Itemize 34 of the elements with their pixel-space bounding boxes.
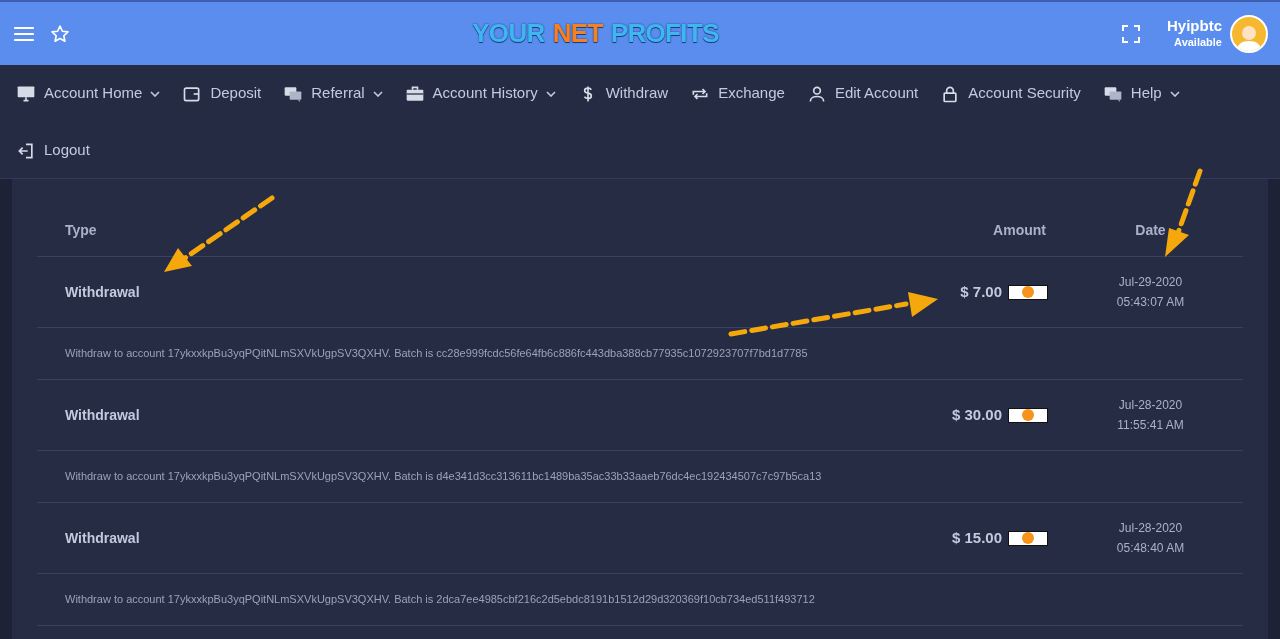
avatar[interactable] xyxy=(1230,14,1268,53)
date-cell-text: Jul-28-2020 xyxy=(1118,397,1183,414)
column-header: Type xyxy=(64,221,98,240)
nav-link[interactable]: Deposit xyxy=(182,65,262,122)
nav-link[interactable]: Account Security xyxy=(940,65,1081,122)
nav-link[interactable]: Withdraw xyxy=(577,65,669,122)
nav-link[interactable]: Help xyxy=(1102,65,1180,122)
type-cell-text: Withdrawal xyxy=(64,528,141,548)
column-header: Date xyxy=(1134,221,1167,240)
bitcoin-icon xyxy=(1008,530,1048,546)
user-status: Available xyxy=(1174,36,1222,50)
nav-link[interactable]: Account Home xyxy=(16,65,161,122)
column-header: Amount xyxy=(992,221,1047,240)
date-cell-text: Jul-29-2020 xyxy=(1118,274,1183,291)
time-cell-text: 05:43:07 AM xyxy=(1116,294,1185,311)
nav-link[interactable]: Logout xyxy=(16,122,90,179)
nav-link[interactable]: Exchange xyxy=(690,65,785,122)
type-cell-text: Withdrawal xyxy=(64,405,141,425)
user-name: Hyipbtc xyxy=(1167,17,1222,36)
transaction-details: Withdraw to account 17ykxxkpBu3yqPQitNLmSXVkUgpSV3QXHV. Batch is 2dca7ee4985cbf216c2d5ebdc8191b1512d29d320369f10cb734ed511f493712 xyxy=(64,592,815,608)
amount-cell-text: $ 30.00 xyxy=(951,404,1002,425)
bitcoin-icon xyxy=(1008,284,1048,300)
nav-link[interactable]: Edit Account xyxy=(806,65,919,122)
transaction-details: Withdraw to account 17ykxxkpBu3yqPQitNLmSXVkUgpSV3QXHV. Batch is d4e341d3cc313611bc1489ba35ac33b33aaeb76dc4ec192434507c7c97b5ca13 xyxy=(64,469,822,485)
time-cell-text: 05:48:40 AM xyxy=(1116,540,1185,557)
time-cell-text: 11:55:41 AM xyxy=(1117,417,1184,434)
bitcoin-icon xyxy=(1008,407,1048,423)
amount-cell-text: $ 7.00 xyxy=(960,281,1002,302)
date-cell-text: Jul-28-2020 xyxy=(1118,520,1183,537)
nav-link[interactable]: Account History xyxy=(404,65,556,122)
type-cell-text: Withdrawal xyxy=(64,282,141,302)
nav-link[interactable]: Referral xyxy=(283,65,383,122)
transaction-details: Withdraw to account 17ykxxkpBu3yqPQitNLmSXVkUgpSV3QXHV. Batch is cc28e999fcdc56fe64fb6c886fc443dba388cb77935c1072923707f7bd1d7785 xyxy=(64,346,808,362)
amount-cell-text: $ 15.00 xyxy=(951,527,1002,548)
